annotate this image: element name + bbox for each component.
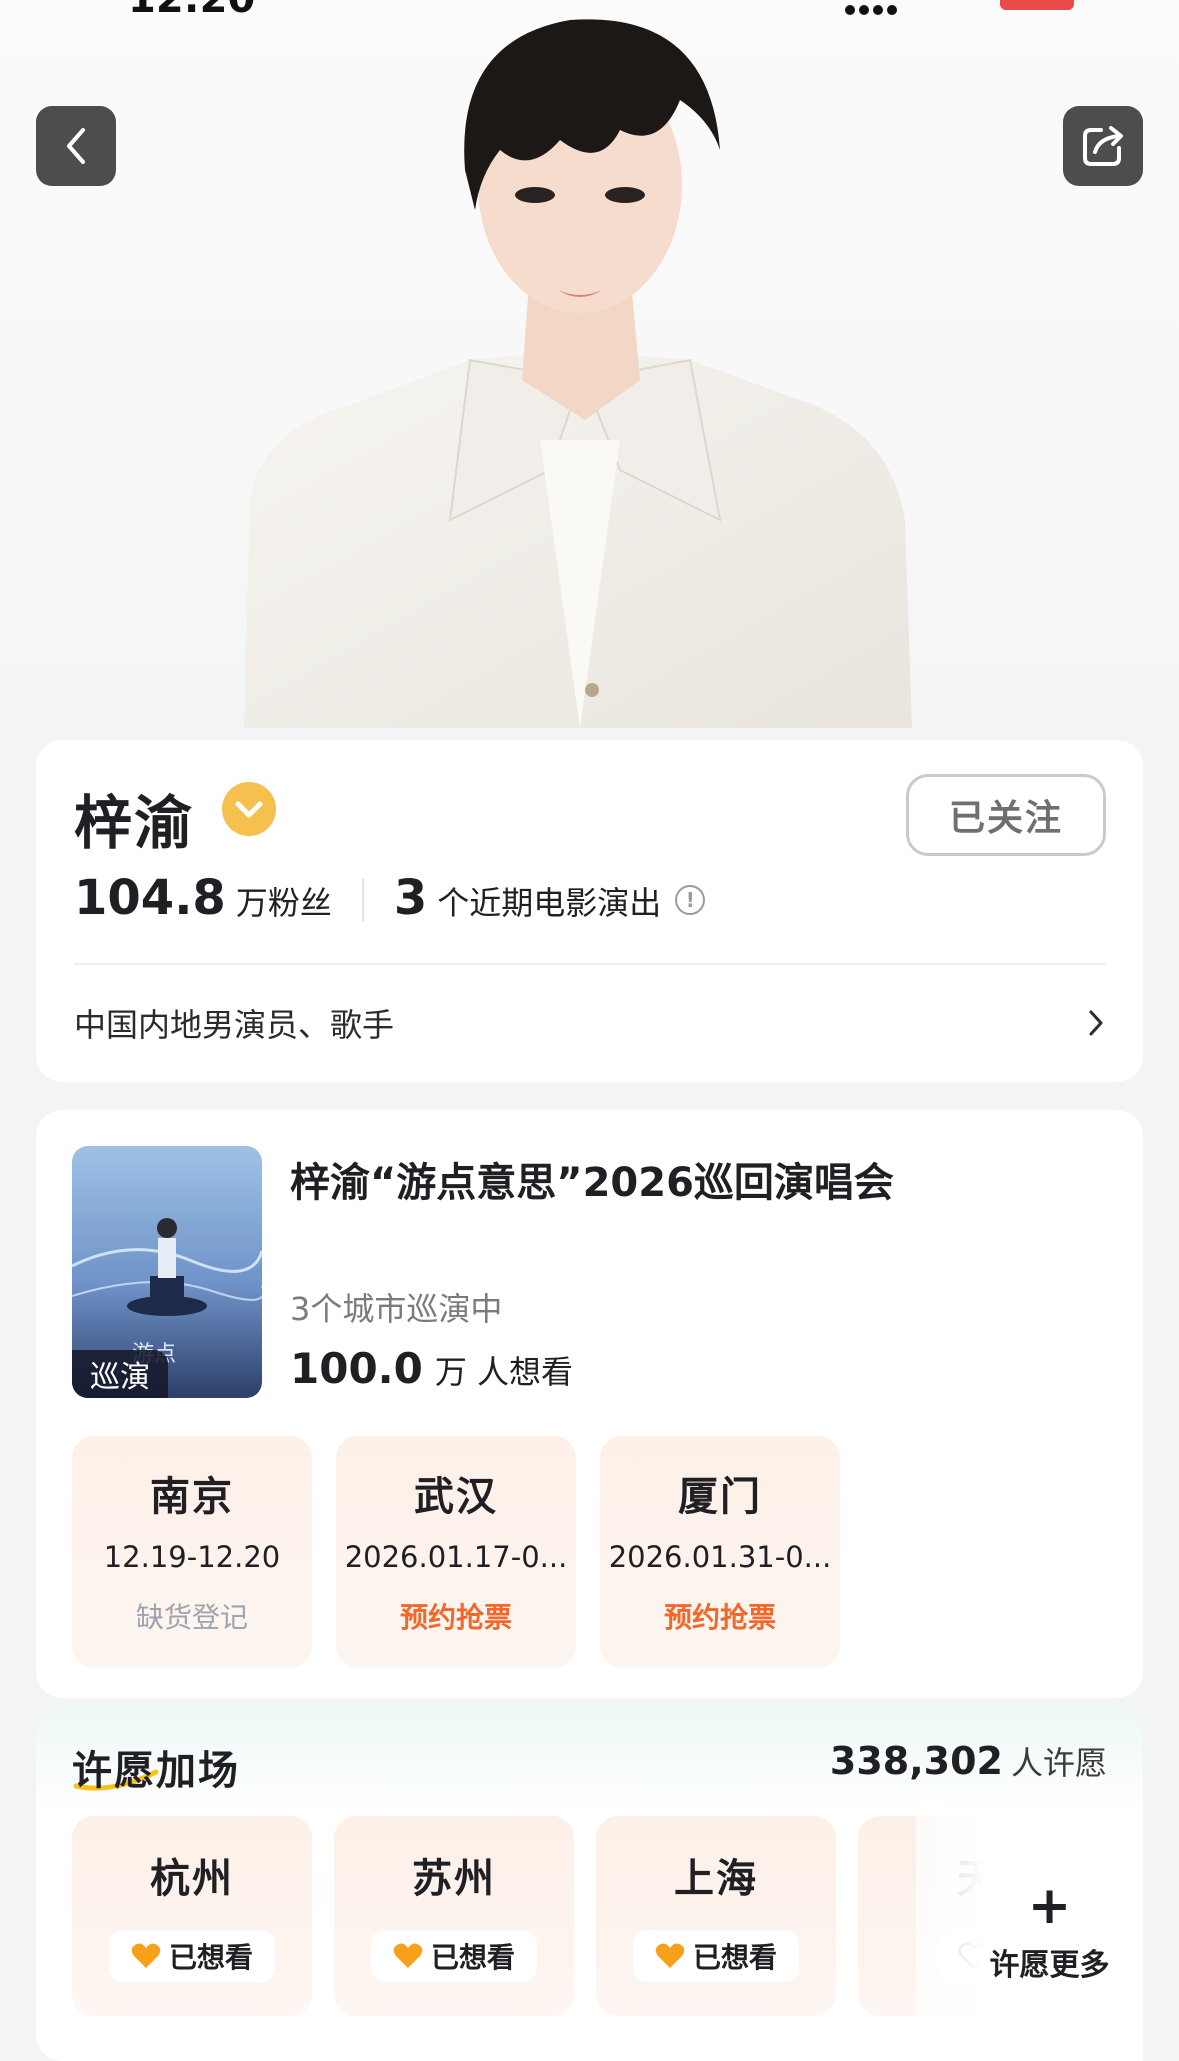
wished-status[interactable]: 已想看 — [632, 1930, 799, 1982]
stop-city: 武汉 — [414, 1474, 498, 1520]
wish-more-button[interactable]: + 许愿更多 — [916, 1802, 1143, 2061]
chevron-left-icon — [67, 128, 85, 164]
back-button[interactable] — [36, 106, 116, 186]
tour-tag: 巡演 — [72, 1350, 168, 1398]
plus-icon: + — [1027, 1875, 1072, 1936]
wish-title: 许愿加场 — [72, 1748, 240, 1794]
artist-intro: 中国内地男演员、歌手 — [74, 1006, 395, 1044]
heart-icon — [131, 1943, 161, 1968]
tour-want-row: 100.0 万 人想看 — [290, 1344, 573, 1393]
wished-label: 已想看 — [692, 1941, 777, 1974]
battery-icon — [1000, 0, 1074, 10]
info-icon[interactable]: ! — [675, 885, 706, 915]
follow-button[interactable]: 已关注 — [906, 774, 1106, 856]
tour-title[interactable]: 梓渝“游点意思”2026巡回演唱会 — [290, 1150, 894, 1208]
heart-icon — [393, 1943, 423, 1968]
heart-icon — [655, 1943, 685, 1968]
stop-action-button[interactable]: 预约抢票 — [400, 1596, 512, 1636]
want-label: 万 人想看 — [434, 1353, 574, 1391]
tour-stop[interactable]: 武汉 2026.01.17-0... 预约抢票 — [336, 1436, 576, 1668]
stats-divider — [361, 878, 364, 922]
stop-city: 厦门 — [678, 1474, 762, 1520]
divider — [74, 963, 1106, 965]
fans-label: 万粉丝 — [235, 884, 332, 922]
wish-more-label: 许愿更多 — [989, 1947, 1110, 1983]
stop-action-button[interactable]: 缺货登记 — [136, 1596, 248, 1636]
events-count: 3 — [393, 870, 428, 926]
chevron-right-icon — [1089, 1010, 1103, 1036]
wish-city[interactable]: 苏州 已想看 — [334, 1816, 574, 2016]
profile-card: 梓渝 已关注 104.8 万粉丝 3 个近期电影演出 ! 中国内地男演员、歌手 — [36, 740, 1143, 1082]
wish-city-name: 苏州 — [412, 1856, 496, 1902]
events-label: 个近期电影演出 — [437, 884, 662, 922]
wish-city[interactable]: 杭州 已想看 — [72, 1816, 312, 2016]
wished-label: 已想看 — [430, 1941, 515, 1974]
artist-intro-row[interactable]: 中国内地男演员、歌手 — [74, 998, 1106, 1048]
stop-date: 2026.01.17-0... — [344, 1540, 568, 1574]
wished-label: 已想看 — [168, 1941, 253, 1974]
share-button[interactable] — [1063, 106, 1143, 186]
tour-poster[interactable]: 游点 巡演 — [72, 1146, 262, 1398]
stop-city: 南京 — [150, 1474, 234, 1520]
status-time: 12:20 — [128, 0, 255, 22]
wished-status[interactable]: 已想看 — [370, 1930, 537, 1982]
wish-city[interactable]: 上海 已想看 — [596, 1816, 836, 2016]
artist-portrait — [244, 19, 912, 728]
wish-city-name: 杭州 — [150, 1856, 234, 1902]
want-count: 100.0 — [290, 1344, 423, 1393]
hero-section: 12:20 — [0, 0, 1179, 760]
tour-cities-text: 3个城市巡演中 — [290, 1290, 503, 1328]
fans-count: 104.8 — [74, 870, 226, 926]
share-icon — [1083, 126, 1123, 166]
artist-name: 梓渝 — [74, 789, 195, 857]
wish-count-label: 人许愿 — [1010, 1744, 1107, 1782]
wished-status[interactable]: 已想看 — [108, 1930, 275, 1982]
tour-stops: 南京 12.19-12.20 缺货登记 武汉 2026.01.17-0... 预… — [72, 1436, 840, 1668]
tour-stop[interactable]: 厦门 2026.01.31-0... 预约抢票 — [600, 1436, 840, 1668]
wish-count-row: 338,302 人许愿 — [830, 1738, 1107, 1784]
wish-count: 338,302 — [829, 1739, 1003, 1783]
wish-city-name: 上海 — [674, 1856, 758, 1902]
tour-card[interactable]: 游点 巡演 梓渝“游点意思”2026巡回演唱会 3个城市巡演中 100.0 万 … — [36, 1110, 1143, 1698]
tour-stop[interactable]: 南京 12.19-12.20 缺货登记 — [72, 1436, 312, 1668]
stop-action-button[interactable]: 预约抢票 — [664, 1596, 776, 1636]
stop-date: 2026.01.31-0... — [608, 1540, 832, 1574]
stats-row: 104.8 万粉丝 3 个近期电影演出 ! — [74, 870, 706, 930]
verified-check-icon — [222, 782, 276, 836]
stop-date: 12.19-12.20 — [103, 1540, 281, 1574]
